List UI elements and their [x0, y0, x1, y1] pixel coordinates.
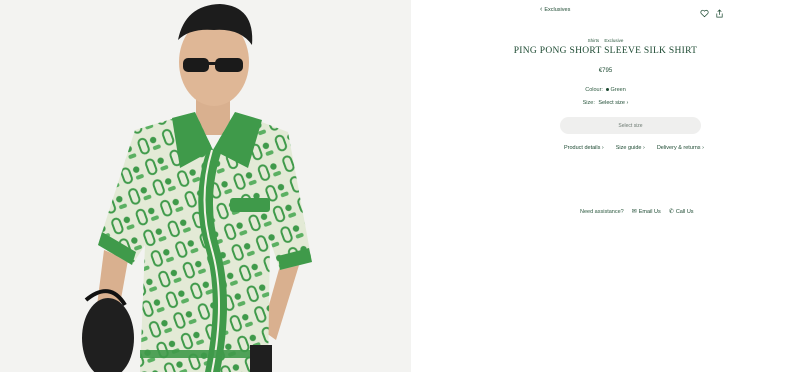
call-us-label: Call Us: [675, 209, 694, 215]
size-selector: Size: Select size ›: [411, 100, 800, 106]
product-image[interactable]: [0, 0, 411, 372]
breadcrumb-item[interactable]: Shirts: [588, 38, 600, 43]
email-us-label: Email Us: [638, 209, 661, 215]
back-link-label: Exclusives: [544, 6, 571, 13]
breadcrumb-item[interactable]: Exclusive: [604, 38, 623, 43]
delivery-returns-label: Delivery & returns: [656, 145, 701, 151]
back-link[interactable]: ‹ Exclusives: [540, 6, 570, 13]
call-us-link[interactable]: ✆ Call Us: [669, 209, 694, 215]
size-label: Size:: [582, 100, 595, 106]
size-dropdown[interactable]: Select size ›: [598, 100, 628, 106]
info-links: Product details › Size guide › Delivery …: [564, 145, 704, 151]
delivery-returns-link[interactable]: Delivery & returns ›: [657, 145, 704, 151]
product-actions: [700, 5, 724, 18]
assistance-bar: Need assistance? ✉ Email Us ✆ Call Us: [580, 209, 694, 215]
share-icon[interactable]: [715, 5, 724, 18]
colour-label: Colour:: [585, 87, 603, 93]
chevron-left-icon: ‹: [540, 6, 543, 13]
product-info-panel: ‹ Exclusives Shirts Exclusive PING PONG …: [411, 0, 800, 372]
assistance-label: Need assistance?: [580, 209, 624, 215]
colour-value: Green: [610, 87, 626, 93]
size-guide-label: Size guide: [615, 145, 642, 151]
colour-selector: Colour: Green: [411, 87, 800, 93]
email-us-link[interactable]: ✉ Email Us: [632, 209, 661, 215]
product-details-link[interactable]: Product details ›: [564, 145, 604, 151]
size-guide-link[interactable]: Size guide ›: [616, 145, 645, 151]
select-size-button[interactable]: Select size: [560, 117, 701, 134]
model-photo-illustration: [82, 4, 312, 372]
phone-icon: ✆: [668, 209, 674, 215]
envelope-icon: ✉: [631, 209, 637, 215]
heart-icon[interactable]: [700, 5, 709, 18]
size-dropdown-value: Select size: [598, 100, 625, 106]
breadcrumb: Shirts Exclusive: [411, 38, 800, 43]
product-price: €795: [598, 68, 613, 74]
product-title: PING PONG SHORT SLEEVE SILK SHIRT: [513, 46, 698, 56]
product-details-label: Product details: [564, 145, 601, 151]
